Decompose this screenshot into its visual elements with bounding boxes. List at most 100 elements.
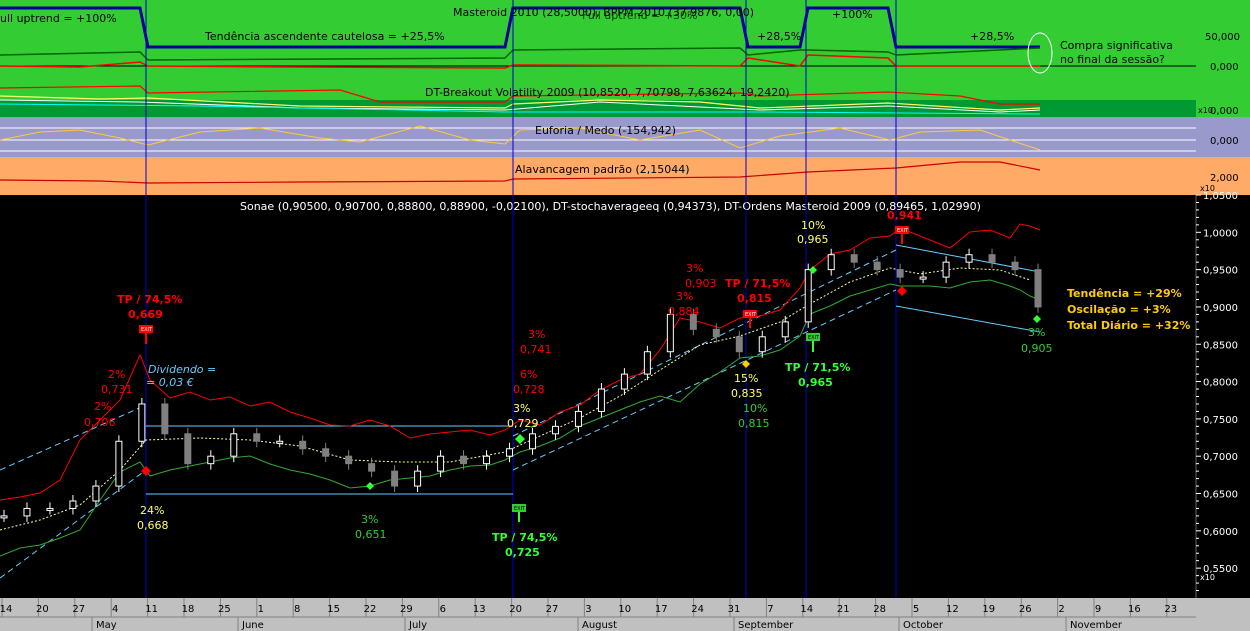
candle-body	[414, 470, 422, 487]
ann-6-pct: 6%	[520, 368, 537, 381]
month-label: June	[241, 620, 264, 631]
ann-13-pct: 3%	[1028, 326, 1045, 339]
x-tick-label: 23	[1164, 604, 1177, 615]
candle-body	[551, 425, 559, 435]
x-tick-label: 2	[1058, 604, 1064, 615]
y-tick-label: 0,9500	[1203, 266, 1238, 277]
x-tick-label: 10	[618, 604, 631, 615]
euforia-title: Euforia / Medo (-154,942)	[535, 124, 676, 137]
x-tick-label: 20	[36, 604, 49, 615]
full-uptrend-label: ull uptrend = +100%	[0, 12, 117, 25]
candle-body	[965, 254, 973, 263]
ann-7-pct: 3%	[513, 402, 530, 415]
candle-body	[437, 455, 445, 472]
main-title: Sonae (0,90500, 0,90700, 0,88800, 0,8890…	[240, 200, 981, 213]
candle-body	[942, 261, 950, 278]
x-tick-label: 5	[913, 604, 919, 615]
candle-body	[368, 463, 376, 472]
candle-body	[23, 507, 31, 517]
x-tick-label: 28	[873, 604, 886, 615]
ann-5-val: 0,741	[520, 343, 552, 356]
tp-value-2: 0,815	[737, 292, 772, 305]
chart-canvas: Masteroid 2010 (28,5000), BPPM 2010 (37,…	[0, 0, 1250, 631]
candle-body	[873, 261, 881, 271]
x-tick-label: 8	[294, 604, 300, 615]
masteroid-axis-50: 50,000	[1205, 32, 1240, 43]
dividend-line-1: Dividendo =	[148, 363, 216, 376]
x-tick-label: 24	[691, 604, 704, 615]
candle-body	[483, 455, 491, 465]
candle-body	[1034, 269, 1042, 308]
ann-10-pct: 15%	[734, 372, 758, 385]
candle-body	[988, 254, 996, 263]
x-axis-bar	[0, 598, 1196, 617]
ann-12-val: 0,965	[797, 233, 829, 246]
ann-10-val: 0,835	[731, 387, 763, 400]
exit-label-4: EXIT	[808, 335, 820, 341]
candle-body	[460, 455, 468, 465]
tp-label-3: TP / 74,5%	[492, 531, 557, 544]
y-tick-label: 0,8000	[1203, 378, 1238, 389]
candle-body	[643, 351, 651, 375]
pct-label-1: +28,5%	[757, 30, 801, 43]
tp-value-3: 0,725	[505, 546, 540, 559]
candle-body	[184, 433, 192, 465]
candle-body	[115, 440, 123, 487]
x-tick-label: 19	[982, 604, 995, 615]
candle-body	[506, 448, 514, 457]
ann-4-val: 0,651	[355, 528, 387, 541]
x-tick-label: 12	[946, 604, 959, 615]
candle-body	[345, 455, 353, 465]
pct-label-2: +100%	[832, 8, 873, 21]
x-tick-label: 1	[258, 604, 264, 615]
exit-label-5: EXIT	[897, 228, 909, 234]
breakout-axis-0: 0,000	[1210, 106, 1239, 117]
month-label: August	[582, 620, 617, 631]
ann-12-pct: 10%	[801, 219, 825, 232]
y-tick-label: 0,6000	[1203, 527, 1238, 538]
x-tick-label: 15	[327, 604, 340, 615]
cautelosa-label: Tendência ascendente cautelosa = +25,5%	[204, 30, 445, 43]
note-line-1: Compra significativa	[1060, 39, 1173, 52]
candle-body	[230, 433, 238, 457]
candle-body	[92, 485, 100, 502]
candle-body	[207, 455, 215, 465]
summary-total: Total Diário = +32%	[1067, 319, 1190, 332]
x-tick-label: 26	[1019, 604, 1032, 615]
y-axis: 1,0500 1,0000 0,9500 0,9000 0,8500 0,8000 0,75…	[1196, 191, 1238, 592]
x-tick-label: 16	[1128, 604, 1141, 615]
euforia-axis-0: 0,000	[1210, 136, 1239, 147]
candle-body	[896, 269, 904, 278]
note-line-2: no final da sessão?	[1060, 53, 1165, 66]
x-tick-label: 25	[218, 604, 231, 615]
x-tick-label: 31	[728, 604, 741, 615]
x-tick-label: 14	[800, 604, 813, 615]
ann-11-pct: 10%	[743, 402, 767, 415]
ann-9-val: 0,884	[668, 305, 700, 318]
candle-body	[620, 373, 628, 390]
x-tick-label: 20	[509, 604, 522, 615]
y-tick-label: 0,6500	[1203, 490, 1238, 501]
candle-body	[827, 254, 835, 271]
top-value: 0,941	[887, 209, 922, 222]
y-tick-label: 0,7000	[1203, 452, 1238, 463]
candle-body	[138, 403, 146, 442]
ann-1-val: 0,731	[101, 383, 133, 396]
pct-label-3: +28,5%	[970, 30, 1014, 43]
candle-body	[712, 328, 720, 338]
tp-label-4: TP / 71,5%	[785, 361, 850, 374]
x-tick-label: 22	[364, 604, 377, 615]
candle-body	[391, 470, 399, 487]
tp-value-1: 0,669	[128, 308, 163, 321]
ann-2-val: 0,706	[84, 416, 116, 429]
x-tick-label: 17	[655, 604, 668, 615]
tp-label-1: TP / 74,5%	[117, 293, 182, 306]
ann-8-val: 0,903	[685, 277, 717, 290]
ann-2-pct: 2%	[94, 400, 111, 413]
masteroid-axis-0: 0,000	[1210, 62, 1239, 73]
candle-body	[46, 507, 54, 511]
candle-body	[666, 313, 674, 353]
ann-4-pct: 3%	[361, 513, 378, 526]
y-tick-label: 1,0500	[1203, 191, 1238, 202]
ann-5-pct: 3%	[528, 328, 545, 341]
